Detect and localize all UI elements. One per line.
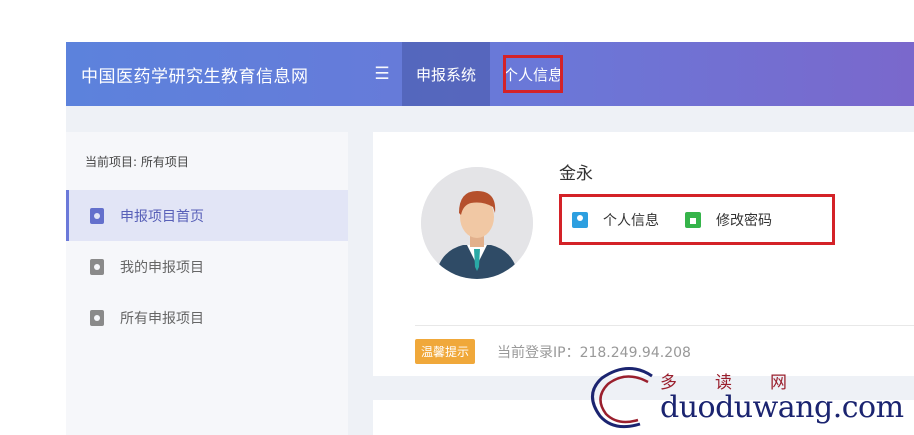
sidebar-item-label: 申报项目首页 bbox=[120, 208, 204, 225]
nav-declaration-system[interactable]: 申报系统 bbox=[402, 42, 491, 106]
personal-info-link[interactable]: 个人信息 bbox=[572, 210, 659, 230]
user-icon bbox=[572, 211, 588, 228]
change-password-link[interactable]: 修改密码 bbox=[685, 210, 772, 230]
sidebar: 当前项目: 所有项目 申报项目首页 我的申报项目 所有申报项目 bbox=[66, 132, 348, 435]
top-navbar: 中国医药学研究生教育信息网 ☰ 申报系统 个人信息 bbox=[66, 42, 914, 106]
login-ip-text: 当前登录IP：218.249.94.208 bbox=[497, 344, 691, 361]
tip-badge: 温馨提示 bbox=[415, 339, 476, 364]
sidebar-item-label: 所有申报项目 bbox=[120, 310, 204, 327]
lock-icon bbox=[685, 211, 701, 228]
profile-links-highlight: 个人信息 修改密码 bbox=[559, 194, 835, 245]
site-title[interactable]: 中国医药学研究生教育信息网 bbox=[66, 62, 362, 87]
avatar bbox=[421, 167, 533, 279]
sidebar-item-my-declarations[interactable]: 我的申报项目 bbox=[66, 241, 348, 292]
user-name: 金永 bbox=[559, 164, 593, 184]
nav-personal-info[interactable]: 个人信息 bbox=[490, 42, 576, 106]
user-avatar-icon bbox=[421, 167, 533, 279]
sidebar-item-all-declarations[interactable]: 所有申报项目 bbox=[66, 292, 348, 343]
sidebar-item-label: 我的申报项目 bbox=[120, 259, 204, 276]
document-icon bbox=[90, 258, 104, 275]
personal-info-label: 个人信息 bbox=[603, 212, 659, 229]
change-password-label: 修改密码 bbox=[716, 212, 772, 229]
document-icon bbox=[90, 207, 104, 224]
divider bbox=[415, 325, 914, 326]
secondary-card bbox=[373, 400, 914, 435]
current-project-label: 当前项目: 所有项目 bbox=[85, 155, 189, 169]
tip-row: 温馨提示 当前登录IP：218.249.94.208 bbox=[415, 339, 691, 364]
menu-toggle-icon[interactable]: ☰ bbox=[362, 64, 402, 84]
document-icon bbox=[90, 309, 104, 326]
sidebar-item-declaration-home[interactable]: 申报项目首页 bbox=[66, 190, 348, 241]
profile-card: 金永 个人信息 修改密码 温馨提示 当前登录IP：218.249.94.208 bbox=[373, 132, 914, 376]
